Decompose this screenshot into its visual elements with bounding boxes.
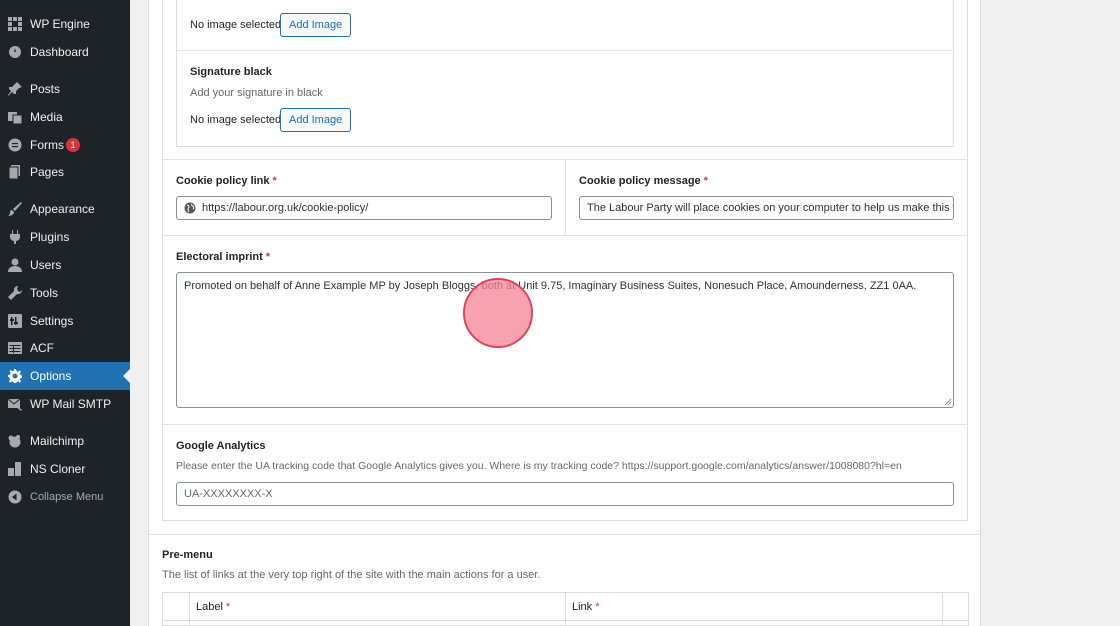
cookie-message-input[interactable]: The Labour Party will place cookies on y… — [579, 196, 954, 220]
sidebar-item-label: Options — [30, 369, 72, 383]
sidebar-item-posts[interactable]: Posts — [0, 75, 130, 103]
mail-icon — [8, 397, 22, 411]
add-image-white-button[interactable]: Add Image — [280, 13, 352, 37]
divider — [565, 593, 566, 626]
cookie-message-value: The Labour Party will place cookies on y… — [587, 202, 953, 214]
sidebar-item-label: Posts — [30, 82, 61, 96]
collapse-menu-button[interactable]: Collapse Menu — [0, 483, 130, 511]
signature-black-label: Signature black — [190, 66, 272, 78]
sidebar-item-label: WP Mail SMTP — [30, 397, 112, 411]
table-icon — [8, 341, 22, 355]
electoral-imprint-label: Electoral imprint * — [176, 251, 271, 263]
sidebar-item-forms[interactable]: Forms 1 — [0, 131, 130, 159]
pre-menu-label: Pre-menu — [162, 549, 213, 561]
column-header-link: Link * — [572, 601, 600, 613]
gear-icon — [8, 369, 22, 383]
column-header-label: Label * — [196, 601, 231, 613]
signature-black-status: No image selected — [190, 114, 282, 126]
collapse-icon — [8, 490, 22, 504]
sidebar-item-label: Users — [30, 258, 62, 272]
sidebar-item-label: Collapse Menu — [30, 491, 104, 503]
sidebar-item-label: ACF — [30, 341, 54, 355]
divider — [149, 534, 980, 535]
plug-icon — [8, 230, 22, 244]
signature-white-status: No image selected — [190, 19, 282, 31]
cookie-message-label: Cookie policy message * — [579, 175, 708, 187]
pin-icon — [8, 82, 22, 96]
signature-black-description: Add your signature in black — [190, 87, 323, 99]
add-image-black-button[interactable]: Add Image — [280, 108, 352, 132]
mailchimp-icon — [8, 434, 22, 448]
sidebar-item-ns-cloner[interactable]: NS Cloner — [0, 455, 130, 483]
sidebar-item-label: Plugins — [30, 230, 70, 244]
sidebar-item-users[interactable]: Users — [0, 251, 130, 279]
sidebar-item-label: Settings — [30, 314, 74, 328]
admin-sidebar: WP Engine Dashboard Posts Media Forms 1 … — [0, 0, 130, 626]
click-indicator — [463, 278, 533, 348]
sidebar-item-acf[interactable]: ACF — [0, 334, 130, 362]
divider — [163, 235, 967, 236]
dashboard-icon — [8, 45, 22, 59]
wrench-icon — [8, 286, 22, 300]
settings-icon — [8, 314, 22, 328]
divider — [177, 50, 953, 51]
sidebar-item-label: Appearance — [30, 202, 95, 216]
sidebar-item-label: Media — [30, 110, 63, 124]
divider — [942, 593, 943, 626]
cloner-icon — [8, 462, 22, 476]
globe-icon — [184, 202, 196, 214]
sidebar-item-wp-engine[interactable]: WP Engine — [0, 10, 130, 38]
brush-icon — [8, 202, 22, 216]
sidebar-item-tools[interactable]: Tools — [0, 279, 130, 307]
google-analytics-placeholder: UA-XXXXXXXX-X — [184, 488, 273, 500]
cookie-link-label: Cookie policy link * — [176, 175, 277, 187]
sidebar-item-dashboard[interactable]: Dashboard — [0, 38, 130, 66]
sidebar-item-label: NS Cloner — [30, 462, 86, 476]
pre-menu-description: The list of links at the very top right … — [162, 569, 541, 581]
electoral-imprint-value: Promoted on behalf of Anne Example MP by… — [184, 280, 917, 292]
sidebar-item-pages[interactable]: Pages — [0, 158, 130, 186]
sidebar-item-label: Forms — [30, 138, 64, 152]
sidebar-item-media[interactable]: Media — [0, 103, 130, 131]
sidebar-item-label: Pages — [30, 165, 65, 179]
sidebar-item-wp-mail-smtp[interactable]: WP Mail SMTP — [0, 390, 130, 418]
divider — [565, 160, 566, 235]
divider — [189, 593, 190, 626]
sidebar-item-plugins[interactable]: Plugins — [0, 223, 130, 251]
sidebar-item-label: WP Engine — [30, 17, 90, 31]
sidebar-item-label: Tools — [30, 286, 59, 300]
cookie-link-value: https://labour.org.uk/cookie-policy/ — [202, 202, 369, 214]
sidebar-item-settings[interactable]: Settings — [0, 307, 130, 335]
electoral-imprint-textarea[interactable]: Promoted on behalf of Anne Example MP by… — [176, 272, 954, 408]
sidebar-item-options[interactable]: Options — [0, 362, 130, 390]
forms-count-badge: 1 — [66, 138, 80, 152]
forms-icon — [8, 138, 22, 152]
media-icon — [8, 110, 22, 124]
google-analytics-label: Google Analytics — [176, 440, 266, 452]
resize-grip-icon[interactable] — [944, 398, 952, 406]
sidebar-item-mailchimp[interactable]: Mailchimp — [0, 427, 130, 455]
sidebar-item-label: Mailchimp — [30, 434, 85, 448]
sidebar-item-label: Dashboard — [30, 45, 89, 59]
sidebar-item-appearance[interactable]: Appearance — [0, 195, 130, 223]
cookie-link-input[interactable]: https://labour.org.uk/cookie-policy/ — [176, 196, 552, 220]
divider — [163, 424, 967, 425]
google-analytics-input[interactable]: UA-XXXXXXXX-X — [176, 482, 954, 506]
divider — [163, 620, 968, 621]
pages-icon — [8, 165, 22, 179]
wp-engine-icon — [8, 17, 22, 31]
google-analytics-description: Please enter the UA tracking code that G… — [176, 460, 902, 472]
user-icon — [8, 258, 22, 272]
